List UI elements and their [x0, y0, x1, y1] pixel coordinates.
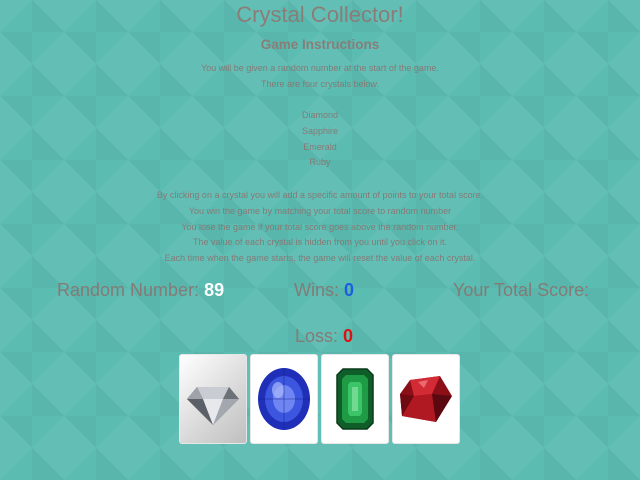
rule-line: You lose the game if your total score go…	[181, 221, 459, 232]
rule-line: Each time when the game starts, the game…	[164, 253, 476, 264]
instructions-intro: You will be given a random number at the…	[0, 61, 640, 93]
sapphire-icon	[258, 368, 310, 430]
random-number-label: Random Number:	[57, 280, 200, 300]
rule-line: By clicking on a crystal you will add a …	[156, 190, 484, 200]
diamond-icon	[187, 387, 239, 425]
emerald-crystal-button[interactable]	[321, 354, 389, 444]
instructions-heading: Game Instructions	[260, 37, 380, 52]
rule-line: The value of each crystal is hidden from…	[192, 237, 448, 248]
wins-label: Wins:	[294, 280, 339, 300]
instructions-rules: By clicking on a crystal you will add a …	[0, 188, 640, 267]
loss-label: Loss:	[295, 326, 339, 346]
random-number-stat: Random Number: 89	[57, 280, 224, 301]
crystal-name-item: Sapphire	[301, 125, 339, 136]
loss-stat: Loss: 0	[295, 326, 353, 347]
wins-value: 0	[344, 280, 355, 300]
ruby-icon	[400, 376, 452, 422]
diamond-crystal-button[interactable]	[179, 354, 247, 444]
wins-stat: Wins: 0	[294, 280, 354, 301]
crystal-buttons	[179, 354, 460, 444]
crystal-name-item: Ruby	[309, 157, 331, 168]
instruction-line: You will be given a random number at the…	[201, 63, 439, 73]
crystal-name-item: Diamond	[301, 110, 339, 120]
random-number-value: 89	[204, 280, 225, 300]
sapphire-crystal-button[interactable]	[250, 354, 318, 444]
total-score-stat: Your Total Score:	[453, 280, 589, 301]
crystal-name-item: Emerald	[303, 141, 337, 152]
instruction-line: There are four crystals below.	[260, 78, 380, 89]
game-title: Crystal Collector!	[236, 2, 404, 27]
loss-value: 0	[343, 326, 354, 346]
rule-line: You win the game by matching your total …	[188, 205, 452, 216]
ruby-crystal-button[interactable]	[392, 354, 460, 444]
crystal-name-list: Diamond Sapphire Emerald Ruby	[0, 108, 640, 171]
total-score-label: Your Total Score:	[453, 280, 590, 300]
emerald-icon	[336, 368, 374, 430]
